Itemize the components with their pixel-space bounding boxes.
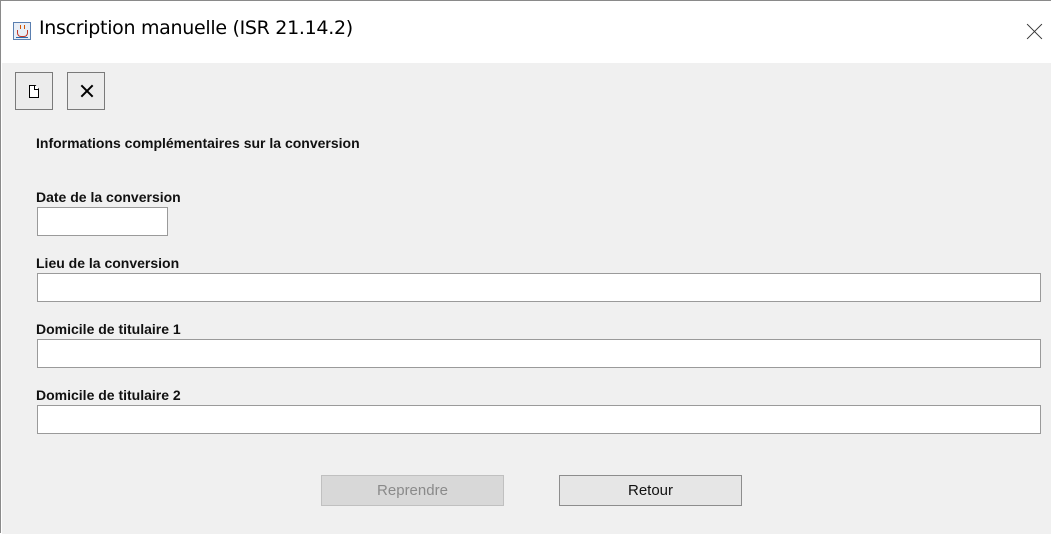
- dialog-content: Informations complémentaires sur la conv…: [2, 63, 1051, 534]
- close-icon[interactable]: [1023, 19, 1047, 43]
- reprendre-button[interactable]: Reprendre: [321, 475, 504, 506]
- new-button[interactable]: [15, 72, 53, 110]
- delete-x-icon: [80, 84, 94, 98]
- java-cup-icon: [13, 22, 31, 40]
- section-title: Informations complémentaires sur la conv…: [36, 135, 360, 151]
- dialog-window: Inscription manuelle (ISR 21.14.2) Infor…: [0, 0, 1051, 534]
- new-document-icon: [29, 85, 39, 98]
- lieu-field[interactable]: [37, 273, 1041, 302]
- domicile2-label: Domicile de titulaire 2: [36, 387, 181, 403]
- domicile1-label: Domicile de titulaire 1: [36, 321, 181, 337]
- date-field[interactable]: [37, 207, 168, 236]
- domicile1-field[interactable]: [37, 339, 1041, 368]
- delete-button[interactable]: [67, 72, 105, 110]
- domicile2-field[interactable]: [37, 405, 1041, 434]
- lieu-label: Lieu de la conversion: [36, 255, 180, 271]
- window-title: Inscription manuelle (ISR 21.14.2): [39, 17, 353, 39]
- date-label: Date de la conversion: [36, 189, 181, 205]
- title-bar[interactable]: Inscription manuelle (ISR 21.14.2): [1, 1, 1051, 63]
- retour-button[interactable]: Retour: [559, 475, 742, 506]
